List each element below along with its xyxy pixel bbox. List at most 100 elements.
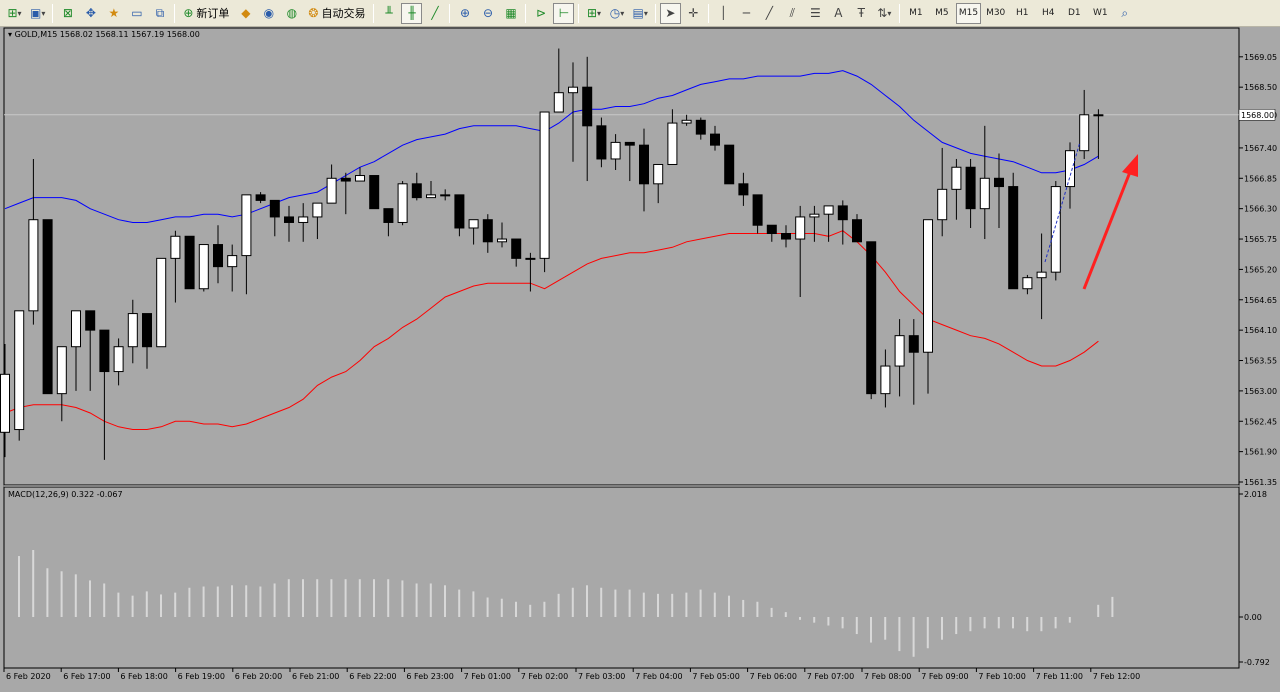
zoom-out-icon: ⊖ [482,6,494,20]
candle-body [397,183,408,223]
new-chart-button[interactable]: ⊞ ▾ [4,3,25,24]
timeframe-m30[interactable]: M30 [983,3,1008,24]
star-folder-icon: ★ [108,6,120,20]
new-order-icon: ⊕ [183,6,194,20]
indicators-button[interactable]: ⊞ ▾ [583,3,604,24]
zoom-in-button[interactable]: ⊕ [454,3,475,24]
price-tick-label: 1566.85 [1244,174,1277,183]
price-tick-label: 1568.50 [1244,83,1277,92]
candle-body [326,177,337,204]
candle [42,219,53,395]
candle-body [724,144,735,185]
candle-body [639,144,649,185]
chevron-down-icon: ▾ [597,8,602,18]
text-label-button[interactable]: Ŧ [851,3,872,24]
timeframe-m5[interactable]: M5 [930,3,954,24]
signals-icon: ◍ [286,6,298,20]
search-button[interactable]: ⌕ [1114,3,1135,24]
time-tick-label: 7 Feb 08:00 [864,672,911,681]
equidistant-channel-button[interactable]: ⫽ [782,3,803,24]
favorites-button[interactable]: ★ [103,3,124,24]
chart-shift-icon: ⊢ [558,6,570,20]
line-chart-button[interactable]: ╱ [424,3,445,24]
candle-body [837,205,848,221]
candle-body [284,216,294,223]
zoom-out-button[interactable]: ⊖ [477,3,498,24]
price-tick-label: 1564.65 [1244,296,1277,305]
navigator-button[interactable]: ✥ [80,3,101,24]
new-order-button[interactable]: ⊕ 新订单 [179,3,233,24]
time-tick-label: 6 Feb 22:00 [349,672,396,681]
candle-body [923,219,933,353]
toolbar-divider [898,3,900,23]
timeframe-m1[interactable]: M1 [904,3,928,24]
horizontal-line-icon: ─ [742,6,750,20]
candle-body [880,365,891,395]
cursor-icon: ➤ [665,6,676,20]
candle [866,241,877,400]
candle-body [667,122,678,165]
market-watch-button[interactable]: ⊠ [57,3,78,24]
timeframe-h1[interactable]: H1 [1010,3,1034,24]
time-tick-label: 6 Feb 19:00 [178,672,225,681]
metaeditor-button[interactable]: ◆ [235,3,256,24]
candle-body [610,141,621,160]
candle [14,310,25,441]
candle-body [1008,186,1019,290]
timeframe-m15[interactable]: M15 [955,2,982,24]
community-button[interactable]: ◉ [258,3,279,24]
candle-body [369,175,380,210]
templates-button[interactable]: ▤ ▾ [629,3,650,24]
timeframe-d1[interactable]: D1 [1062,3,1086,24]
candle [198,244,209,292]
fibonacci-button[interactable]: ☰ [805,3,826,24]
candle-body [170,235,181,259]
candle-body [525,257,536,260]
strategy-tester-button[interactable]: ⧉ [149,3,170,24]
cursor-button[interactable]: ➤ [659,2,681,24]
candle-body [951,166,962,190]
timeframe-h4[interactable]: H4 [1036,3,1060,24]
trendline-button[interactable]: ╱ [759,3,780,24]
candle-body [965,166,976,210]
time-tick-label: 7 Feb 11:00 [1036,672,1083,681]
candle-body [653,163,664,185]
crosshair-button[interactable]: ✛ [683,3,704,24]
chevron-down-icon: ▾ [643,8,648,18]
candle-body [468,219,479,229]
price-tick-label: 1565.75 [1244,235,1277,244]
market-watch-icon: ⊠ [62,6,73,20]
chart-window[interactable]: 1569.05 1568.50 1568.00 1567.40 1566.85 1566.… [0,27,1280,688]
arrows-button[interactable]: ⇅ ▾ [874,3,895,24]
chart-shift-button[interactable]: ⊢ [553,2,575,24]
bar-chart-button[interactable]: ╨ [378,3,399,24]
candle-body [809,213,820,218]
terminal-button[interactable]: ▭ [126,3,147,24]
candle-body [99,329,110,373]
tile-windows-button[interactable]: ▦ [500,3,521,24]
text-button[interactable]: A [828,3,849,24]
horizontal-line-button[interactable]: ─ [736,3,757,24]
time-tick-label: 6 Feb 23:00 [406,672,453,681]
periods-button[interactable]: ◷ ▾ [606,3,627,24]
candle [1050,181,1061,281]
price-tick-label: 1569.05 [1244,53,1277,62]
time-tick-label: 6 Feb 17:00 [63,672,110,681]
candlestick-button[interactable]: ╫ [401,2,423,24]
candle-body [539,111,550,259]
toolbar-divider [449,3,451,23]
price-tick-label: 1561.90 [1244,448,1277,457]
candle-body [1079,114,1090,152]
auto-scroll-button[interactable]: ⊳ [530,3,551,24]
candle-body [497,238,507,243]
trendline-icon: ╱ [765,6,773,20]
auto-trading-label: 自动交易 [321,7,366,20]
auto-trading-button[interactable]: ❂ 自动交易 [304,3,369,24]
chart-canvas[interactable]: 1569.05 1568.50 1568.00 1567.40 1566.85 1566.… [0,27,1280,688]
profiles-button[interactable]: ▣ ▾ [27,3,48,24]
timeframe-w1[interactable]: W1 [1088,3,1112,24]
vertical-line-button[interactable]: │ [713,3,734,24]
bar-chart-icon: ╨ [385,6,393,20]
macd-header: MACD(12,26,9) 0.322 -0.067 [8,490,123,499]
signals-button[interactable]: ◍ [281,3,302,24]
